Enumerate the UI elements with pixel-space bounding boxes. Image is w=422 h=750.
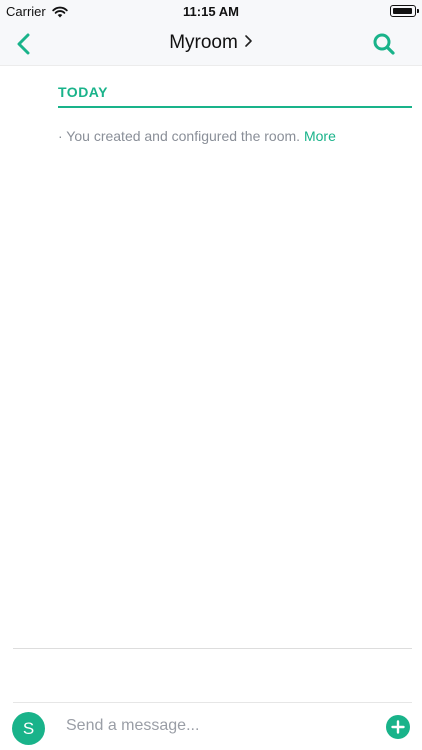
message-input[interactable] — [66, 713, 366, 739]
status-bar: Carrier 11:15 AM — [0, 0, 422, 22]
status-time: 11:15 AM — [183, 4, 239, 19]
day-header: TODAY — [58, 84, 412, 108]
search-icon — [373, 33, 395, 55]
chevron-right-icon — [245, 35, 252, 47]
search-button[interactable] — [370, 30, 398, 58]
room-event: · You created and configured the room. M… — [58, 128, 336, 144]
plus-circle-icon — [391, 720, 405, 734]
message-composer: S — [0, 703, 422, 750]
nav-bar: Myroom — [0, 22, 422, 66]
battery-icon — [390, 5, 419, 17]
add-attachment-button[interactable] — [386, 715, 410, 739]
room-title-button[interactable]: Myroom — [0, 32, 422, 54]
room-event-text: · You created and configured the room. — [58, 128, 301, 144]
avatar[interactable]: S — [12, 712, 45, 745]
more-link[interactable]: More — [304, 128, 336, 144]
avatar-initial: S — [22, 718, 35, 738]
composer-divider — [13, 648, 412, 649]
page-title: Myroom — [169, 32, 238, 54]
